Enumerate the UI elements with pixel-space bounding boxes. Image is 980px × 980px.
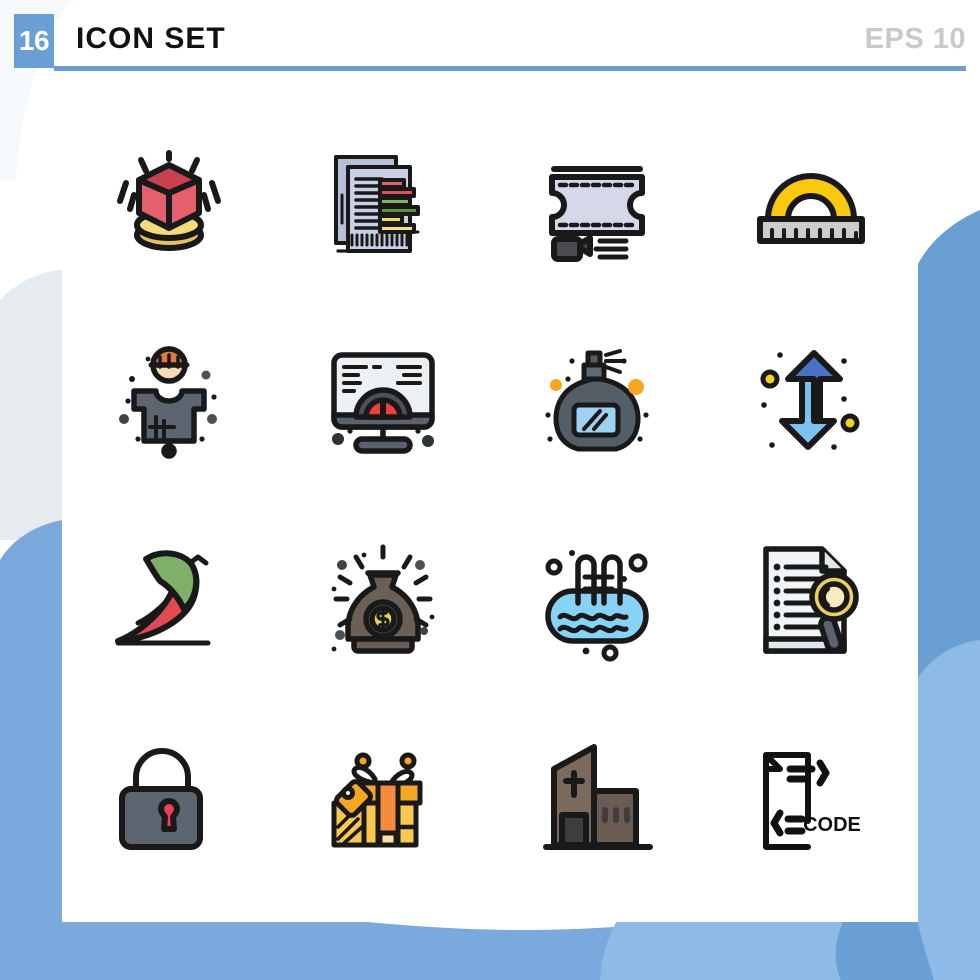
icon-cell-4[interactable] (704, 100, 918, 300)
icon-cell-9[interactable] (62, 500, 276, 700)
icon-cell-3[interactable] (490, 100, 704, 300)
icon-grid: CODE (62, 100, 918, 900)
money-bag-dollar-icon[interactable] (318, 535, 448, 665)
page-title: ICON SET (76, 22, 226, 55)
icon-count-badge: 16 (14, 14, 54, 68)
icon-cell-11[interactable] (490, 500, 704, 700)
swimming-pool-icon[interactable] (532, 535, 662, 665)
icon-cell-10[interactable] (276, 500, 490, 700)
movie-ticket-video-camera-icon[interactable] (532, 135, 662, 265)
scarecrow-icon[interactable] (104, 335, 234, 465)
icon-cell-15[interactable] (490, 700, 704, 900)
icon-set-artboard: 16 ICON SET EPS 10 CODE (0, 0, 980, 980)
church-building-icon[interactable] (532, 735, 662, 865)
header: 16 ICON SET EPS 10 (14, 14, 966, 71)
report-documents-bar-chart-icon[interactable] (318, 135, 448, 265)
perfume-spray-bottle-icon[interactable] (532, 335, 662, 465)
icon-cell-14[interactable] (276, 700, 490, 900)
monitor-speedometer-performance-icon[interactable] (318, 335, 448, 465)
document-search-magnifier-icon[interactable] (746, 535, 876, 665)
icon-cell-13[interactable] (62, 700, 276, 900)
code-file-label: CODE (803, 814, 861, 836)
icon-cell-6[interactable] (276, 300, 490, 500)
icon-cell-5[interactable] (62, 300, 276, 500)
icon-cell-7[interactable] (490, 300, 704, 500)
gift-boxes-tag-icon[interactable] (318, 735, 448, 865)
icon-cell-12[interactable] (704, 500, 918, 700)
falling-cube-on-pedestal-icon[interactable] (104, 135, 234, 265)
icon-cell-2[interactable] (276, 100, 490, 300)
icon-cell-1[interactable] (62, 100, 276, 300)
header-divider (54, 66, 966, 71)
protractor-ruler-icon[interactable] (746, 135, 876, 265)
chili-pepper-icon[interactable] (104, 535, 234, 665)
code-file-icon[interactable]: CODE (736, 735, 886, 865)
format-label: EPS 10 (864, 22, 966, 55)
open-padlock-icon[interactable] (104, 735, 234, 865)
up-down-transfer-arrows-icon[interactable] (746, 335, 876, 465)
icon-cell-16[interactable]: CODE (704, 700, 918, 900)
icon-cell-8[interactable] (704, 300, 918, 500)
